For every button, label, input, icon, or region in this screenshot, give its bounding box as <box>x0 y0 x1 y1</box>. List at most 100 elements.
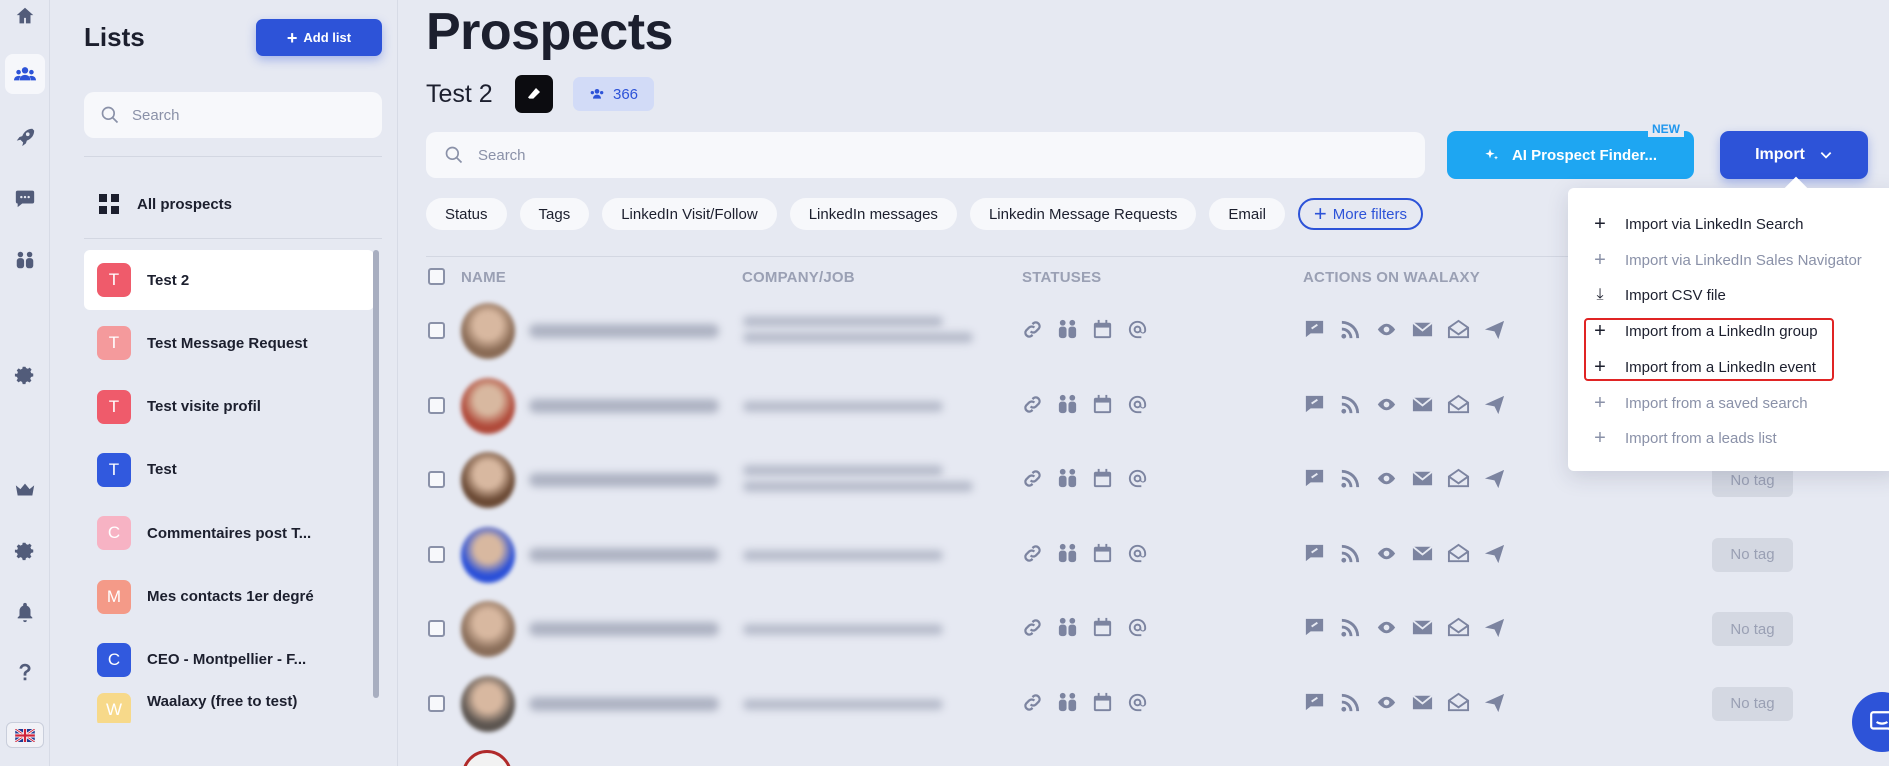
column-company[interactable]: COMPANY/JOB <box>742 269 855 286</box>
uk-flag-icon[interactable] <box>6 722 44 748</box>
prospect-job <box>743 481 973 492</box>
chat-icon[interactable] <box>5 178 45 218</box>
list-item[interactable]: T Test visite profil <box>84 377 374 437</box>
status-icons <box>1021 467 1149 490</box>
crown-icon[interactable] <box>5 470 45 510</box>
filter-tags[interactable]: Tags <box>519 198 590 230</box>
prospect-company <box>743 400 943 412</box>
status-icons <box>1021 393 1149 416</box>
message-link-icon <box>1305 693 1324 710</box>
import-csv-file[interactable]: ⤓ Import CSV file <box>1593 280 1725 310</box>
send-icon <box>1484 395 1505 414</box>
prospect-company <box>743 316 943 327</box>
avatar <box>461 452 515 508</box>
import-button[interactable]: Import <box>1720 131 1868 179</box>
prospect-name[interactable] <box>529 547 719 562</box>
prospect-name[interactable] <box>529 473 719 487</box>
filter-linkedin-messages[interactable]: LinkedIn messages <box>789 198 957 230</box>
all-prospects-item[interactable]: All prospects <box>84 186 232 222</box>
ai-button-label: AI Prospect Finder... <box>1511 146 1658 164</box>
import-from-leads-list[interactable]: + Import from a leads list <box>1593 423 1777 453</box>
list-item[interactable]: M Mes contacts 1er degré <box>84 567 374 627</box>
menu-item-label: Import via LinkedIn Sales Navigator <box>1625 251 1862 269</box>
prospects-search-input[interactable] <box>478 146 1378 164</box>
link-icon <box>1024 693 1041 711</box>
list-item-label: Test visite profil <box>147 398 261 416</box>
page-title: Prospects <box>426 3 673 61</box>
status-icons <box>1021 616 1149 639</box>
rss-icon <box>1341 693 1360 712</box>
list-item[interactable]: W Waalaxy (free to test) <box>84 693 374 724</box>
no-tag-badge[interactable]: No tag <box>1712 612 1793 646</box>
sparkle-icon <box>1485 149 1498 160</box>
plus-icon: + <box>1313 201 1327 226</box>
action-icons <box>1303 542 1506 565</box>
team-icon <box>1058 543 1077 562</box>
users-icon[interactable] <box>5 54 45 94</box>
list-item[interactable]: C CEO - Montpellier - F... <box>84 630 374 690</box>
table-row[interactable]: No tag <box>426 667 1826 741</box>
mail-open-icon <box>1447 468 1470 488</box>
plus-icon: + <box>1594 392 1606 414</box>
lists-search <box>84 92 382 138</box>
filter-linkedin-visit-follow[interactable]: LinkedIn Visit/Follow <box>602 198 777 230</box>
divider <box>84 156 382 157</box>
filter-status[interactable]: Status <box>426 198 507 230</box>
edit-list-button[interactable] <box>515 75 553 113</box>
row-checkbox[interactable] <box>428 694 445 712</box>
help-icon[interactable] <box>5 652 45 692</box>
no-tag-badge[interactable]: No tag <box>1712 686 1793 721</box>
lists-scrollbar[interactable] <box>373 250 379 698</box>
filter-email[interactable]: Email <box>1209 198 1285 230</box>
users-icon <box>590 89 604 99</box>
list-item[interactable]: T Test 2 <box>84 250 374 310</box>
table-row[interactable]: No tag <box>426 592 1826 666</box>
team-icon[interactable] <box>5 240 45 280</box>
row-checkbox[interactable] <box>428 396 445 414</box>
mail-open-icon <box>1447 394 1470 413</box>
filter-bar: Status Tags LinkedIn Visit/Follow Linked… <box>426 198 1423 230</box>
import-label: Import <box>1755 146 1805 163</box>
plus-icon: + <box>1594 213 1606 235</box>
import-via-linkedin-search[interactable]: + Import via LinkedIn Search <box>1593 209 1803 239</box>
table-row[interactable]: No tag <box>426 518 1826 592</box>
list-item[interactable]: T Test <box>84 440 374 500</box>
select-all-checkbox[interactable] <box>428 268 445 285</box>
list-item[interactable]: T Test Message Request <box>84 313 374 373</box>
chat-icon <box>1870 711 1889 731</box>
icon-rail <box>0 0 50 766</box>
import-via-sales-navigator[interactable]: + Import via LinkedIn Sales Navigator <box>1593 245 1862 275</box>
list-item-label: Commentaires post T... <box>147 524 312 542</box>
calendar-icon <box>1093 319 1112 339</box>
no-tag-badge[interactable]: No tag <box>1712 537 1793 572</box>
ai-prospect-finder-button[interactable]: AI Prospect Finder... NEW <box>1447 121 1694 179</box>
support-chat-button[interactable] <box>1852 692 1889 752</box>
rss-icon <box>1341 469 1360 488</box>
settings-icon[interactable] <box>5 355 45 395</box>
filter-linkedin-message-requests[interactable]: Linkedin Message Requests <box>969 198 1197 230</box>
prospect-name[interactable] <box>529 398 719 413</box>
prospect-name[interactable] <box>529 696 719 711</box>
home-icon[interactable] <box>5 0 45 36</box>
row-checkbox[interactable] <box>428 545 445 563</box>
column-name[interactable]: NAME <box>461 269 506 286</box>
gear-icon[interactable] <box>5 531 45 571</box>
prospect-name[interactable] <box>529 324 719 338</box>
rss-icon <box>1341 618 1360 637</box>
search-icon <box>101 106 119 124</box>
avatar: W <box>97 693 131 724</box>
rocket-icon[interactable] <box>5 117 45 157</box>
lists-search-input[interactable] <box>132 106 362 124</box>
bell-icon[interactable] <box>5 592 45 632</box>
add-list-button[interactable]: + Add list <box>256 19 382 56</box>
prospect-name[interactable] <box>529 622 719 636</box>
row-checkbox[interactable] <box>428 620 445 637</box>
link-icon <box>1024 619 1041 636</box>
add-list-label: Add list <box>303 30 352 45</box>
prospect-company <box>743 465 943 476</box>
import-from-saved-search[interactable]: + Import from a saved search <box>1593 388 1807 418</box>
list-item[interactable]: C Commentaires post T... <box>84 503 374 563</box>
more-filters-button[interactable]: + More filters <box>1297 198 1423 230</box>
row-checkbox[interactable] <box>428 322 445 339</box>
row-checkbox[interactable] <box>428 471 445 488</box>
